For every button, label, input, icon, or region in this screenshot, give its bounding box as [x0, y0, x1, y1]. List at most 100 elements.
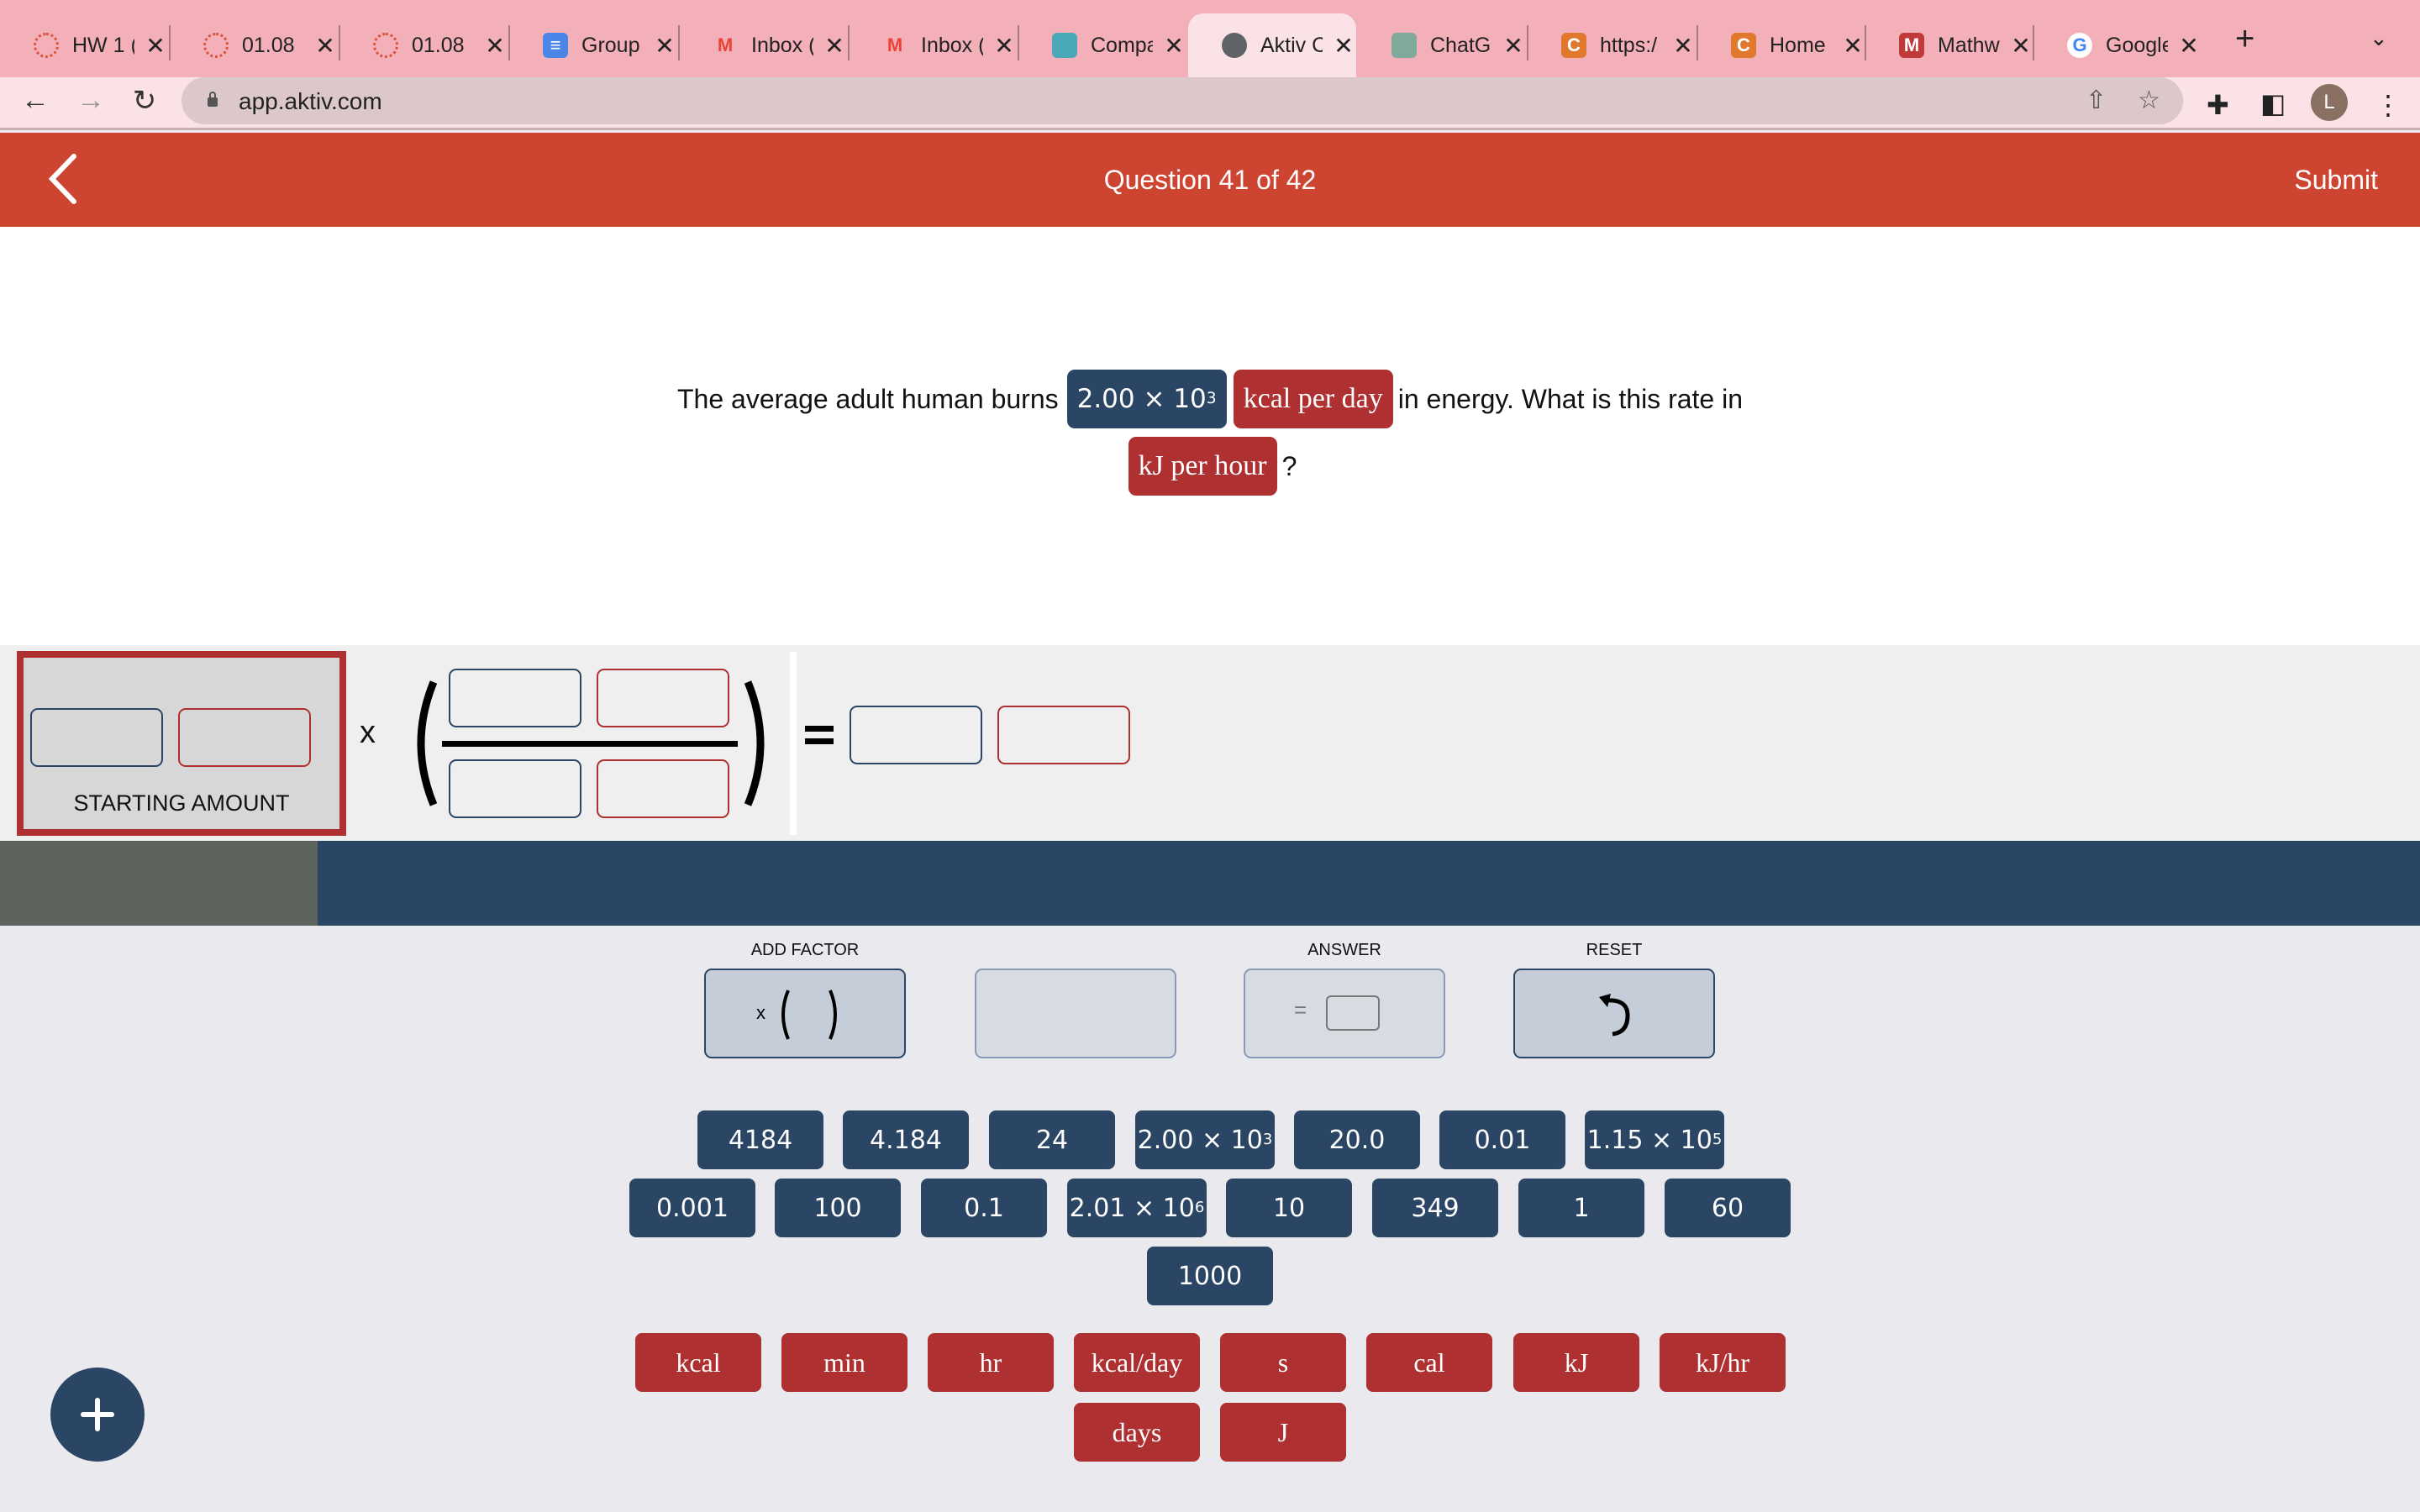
unit-tile[interactable]: cal [1366, 1333, 1492, 1392]
number-tile[interactable]: 2.00 × 10 3 [1135, 1110, 1275, 1169]
url-text[interactable]: app.aktiv.com [239, 88, 382, 115]
address-bar[interactable]: app.aktiv.com ⇧ ☆ [182, 77, 2183, 124]
browser-tab[interactable]: M Inbox (✕ [679, 13, 847, 77]
profile-avatar[interactable]: L [2311, 84, 2348, 121]
number-tile[interactable]: 24 [989, 1110, 1115, 1169]
unit-tile[interactable]: min [781, 1333, 908, 1392]
submit-button[interactable]: Submit [2294, 165, 2378, 196]
browser-tab[interactable]: C Home ✕ [1697, 13, 1865, 77]
new-tab-button[interactable]: + [2235, 20, 2254, 58]
browser-tab[interactable]: ChatG ✕ [1358, 13, 1526, 77]
close-tab-icon[interactable]: ✕ [1501, 32, 1526, 60]
number-tile[interactable]: 0.1 [921, 1179, 1047, 1237]
canvas-icon [373, 33, 398, 58]
close-tab-icon[interactable]: ✕ [1670, 32, 1696, 60]
back-arrow-icon[interactable]: ← [17, 84, 54, 117]
app-header: Question 41 of 42 Submit [0, 133, 2420, 227]
unit-tile[interactable]: days [1074, 1403, 1200, 1462]
denominator-number-slot[interactable] [449, 759, 581, 818]
number-tile[interactable]: 1000 [1147, 1247, 1273, 1305]
close-tab-icon[interactable]: ✕ [822, 32, 847, 60]
denominator-unit-slot[interactable] [597, 759, 729, 818]
close-tab-icon[interactable]: ✕ [1331, 32, 1356, 60]
reload-icon[interactable]: ↻ [126, 84, 163, 118]
browser-tab[interactable]: 01.08 ✕ [339, 13, 508, 77]
more-menu-icon[interactable]: ⋮ [2375, 89, 2402, 121]
extensions-puzzle-icon[interactable]: ✚ [2207, 89, 2229, 121]
unit-tile[interactable]: kcal [635, 1333, 761, 1392]
question-text-before: The average adult human burns [676, 383, 1059, 414]
answer-number-slot[interactable] [850, 706, 982, 764]
browser-tab[interactable]: M Mathw ✕ [1865, 13, 2033, 77]
number-tile[interactable]: 4.184 [843, 1110, 969, 1169]
tab-separator [1527, 25, 1528, 60]
answer-button[interactable]: = [1244, 969, 1445, 1058]
unit-tile[interactable]: kJ [1513, 1333, 1639, 1392]
number-tile[interactable]: 1.15 × 10 5 [1585, 1110, 1724, 1169]
number-tile[interactable]: 1 [1518, 1179, 1644, 1237]
side-panel-icon[interactable]: ◧ [2260, 87, 2286, 119]
add-factor-button[interactable]: x [704, 969, 906, 1058]
add-button[interactable] [50, 1368, 145, 1462]
close-tab-icon[interactable]: ✕ [482, 32, 508, 60]
number-tile[interactable]: 0.001 [629, 1179, 755, 1237]
close-tab-icon[interactable]: ✕ [1840, 32, 1865, 60]
number-tile-value: 2.01 × 10 [1069, 1193, 1195, 1223]
close-tab-icon[interactable]: ✕ [143, 32, 168, 60]
browser-tab-bar: HW 1 (✕ 01.08 ✕ 01.08 ✕ ≡ Group ✕ M Inbox (✕ M Inbo… [0, 0, 2420, 77]
unit-tile[interactable]: kJ/hr [1660, 1333, 1786, 1392]
forward-arrow-icon[interactable]: → [72, 84, 109, 117]
browser-tab[interactable]: HW 1 ( ✕ [0, 13, 168, 77]
bookmark-star-icon[interactable]: ☆ [2138, 86, 2160, 115]
number-tile[interactable]: 100 [775, 1179, 901, 1237]
share-icon[interactable]: ⇧ [2086, 86, 2107, 115]
tab-title: Google [2106, 33, 2168, 57]
gmail-icon: M [717, 34, 734, 55]
starting-unit-slot[interactable] [178, 708, 311, 767]
close-tab-icon[interactable]: ✕ [2008, 32, 2033, 60]
close-tab-icon[interactable]: ✕ [992, 32, 1017, 60]
tab-search-chevron-icon[interactable]: ⌄ [2370, 25, 2388, 51]
number-tile[interactable]: 2.01 × 10 6 [1067, 1179, 1207, 1237]
browser-tab[interactable]: Compa ✕ [1018, 13, 1186, 77]
tab-title: https:/ [1600, 33, 1658, 57]
numerator-unit-slot[interactable] [597, 669, 729, 727]
times-icon: x [756, 1002, 765, 1023]
browser-tab[interactable]: M Inbox (✕ [849, 13, 1017, 77]
answer-unit-slot[interactable] [997, 706, 1130, 764]
equation-workspace: STARTING AMOUNT x [0, 645, 2420, 841]
unit-tile[interactable]: s [1220, 1333, 1346, 1392]
numerator-number-slot[interactable] [449, 669, 581, 727]
number-tile[interactable]: 10 [1226, 1179, 1352, 1237]
close-tab-icon[interactable]: ✕ [652, 32, 677, 60]
number-tile[interactable]: 20.0 [1294, 1110, 1420, 1169]
number-tile-value: 1000 [1177, 1261, 1243, 1291]
tab-separator [508, 25, 510, 60]
tab-separator [678, 25, 680, 60]
browser-tab[interactable]: G Google ✕ [2033, 13, 2202, 77]
number-tile[interactable]: 349 [1372, 1179, 1498, 1237]
number-tile[interactable]: 0.01 [1439, 1110, 1565, 1169]
close-tab-icon[interactable]: ✕ [1161, 32, 1186, 60]
unit-tile[interactable]: J [1220, 1403, 1346, 1462]
tab-title: HW 1 ( [72, 33, 134, 57]
unit-tile[interactable]: kcal/day [1074, 1333, 1200, 1392]
unit-tile[interactable]: hr [928, 1333, 1054, 1392]
number-tile-value: 1 [1573, 1193, 1590, 1223]
browser-tab[interactable]: 01.08 ✕ [170, 13, 338, 77]
fraction-bar [442, 741, 738, 747]
undo-icon [1599, 994, 1630, 1037]
number-tile[interactable]: 4184 [697, 1110, 823, 1169]
question-panel: The average adult human burns 2.00 × 10 3… [0, 227, 2420, 645]
reset-button[interactable] [1513, 969, 1715, 1058]
close-tab-icon[interactable]: ✕ [2176, 32, 2202, 60]
empty-control-button[interactable] [975, 969, 1176, 1058]
browser-tab[interactable]: Aktiv C ✕ [1188, 13, 1356, 77]
browser-tab[interactable]: ≡ Group ✕ [509, 13, 677, 77]
close-tab-icon[interactable]: ✕ [313, 32, 338, 60]
equation-divider [790, 652, 797, 835]
starting-number-slot[interactable] [30, 708, 163, 767]
browser-tab[interactable]: Chttps:/ ✕ [1528, 13, 1696, 77]
starting-amount-box[interactable]: STARTING AMOUNT [17, 651, 346, 836]
number-tile[interactable]: 60 [1665, 1179, 1791, 1237]
